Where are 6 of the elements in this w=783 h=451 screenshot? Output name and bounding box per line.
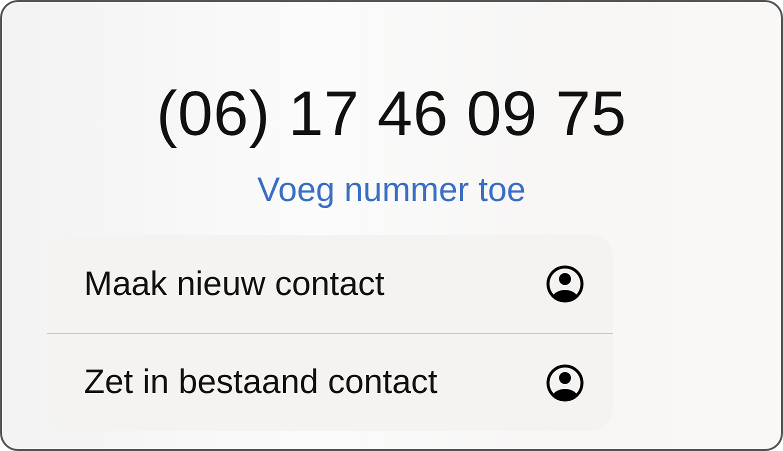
person-circle-icon <box>545 362 585 402</box>
menu-item[interactable]: Zet in bestaand contact <box>47 333 613 431</box>
add-number-link[interactable]: Voeg nummer toe <box>257 170 526 210</box>
person-circle-icon <box>545 264 585 304</box>
phone-number: (06) 17 46 09 75 <box>156 78 627 151</box>
menu-item[interactable]: Maak nieuw contact <box>47 235 613 333</box>
